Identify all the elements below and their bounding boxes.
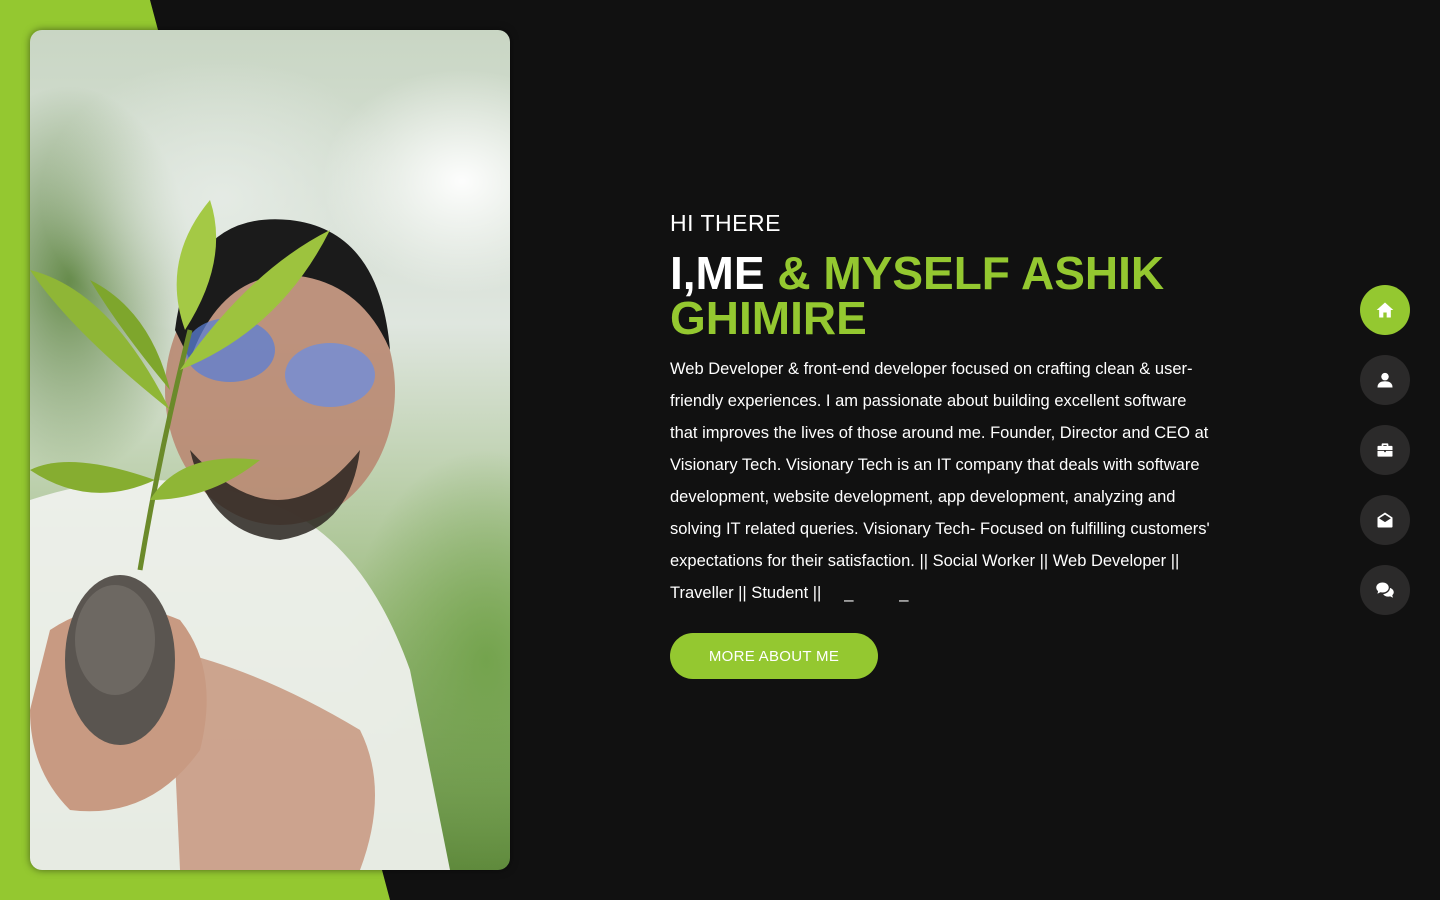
envelope-open-icon xyxy=(1377,512,1393,528)
comments-icon xyxy=(1376,582,1394,598)
nav-portfolio-button[interactable] xyxy=(1360,425,1410,475)
more-about-me-button[interactable]: MORE ABOUT ME xyxy=(670,633,878,679)
hero-content: HI THERE I,ME & MYSELF ASHIK GHIMIRE Web… xyxy=(670,210,1215,679)
nav-home-button[interactable] xyxy=(1360,285,1410,335)
briefcase-icon xyxy=(1377,443,1393,457)
profile-photo-illustration xyxy=(30,200,450,870)
nav-contact-button[interactable] xyxy=(1360,495,1410,545)
user-icon xyxy=(1377,372,1393,388)
side-navigation xyxy=(1360,285,1410,615)
hero-headline: I,ME & MYSELF ASHIK GHIMIRE xyxy=(670,250,1215,341)
nav-blog-button[interactable] xyxy=(1360,565,1410,615)
home-icon xyxy=(1376,302,1394,318)
bio-paragraph: Web Developer & front-end developer focu… xyxy=(670,360,1210,602)
profile-photo xyxy=(30,30,510,870)
greeting-text: HI THERE xyxy=(670,210,781,236)
nav-about-button[interactable] xyxy=(1360,355,1410,405)
